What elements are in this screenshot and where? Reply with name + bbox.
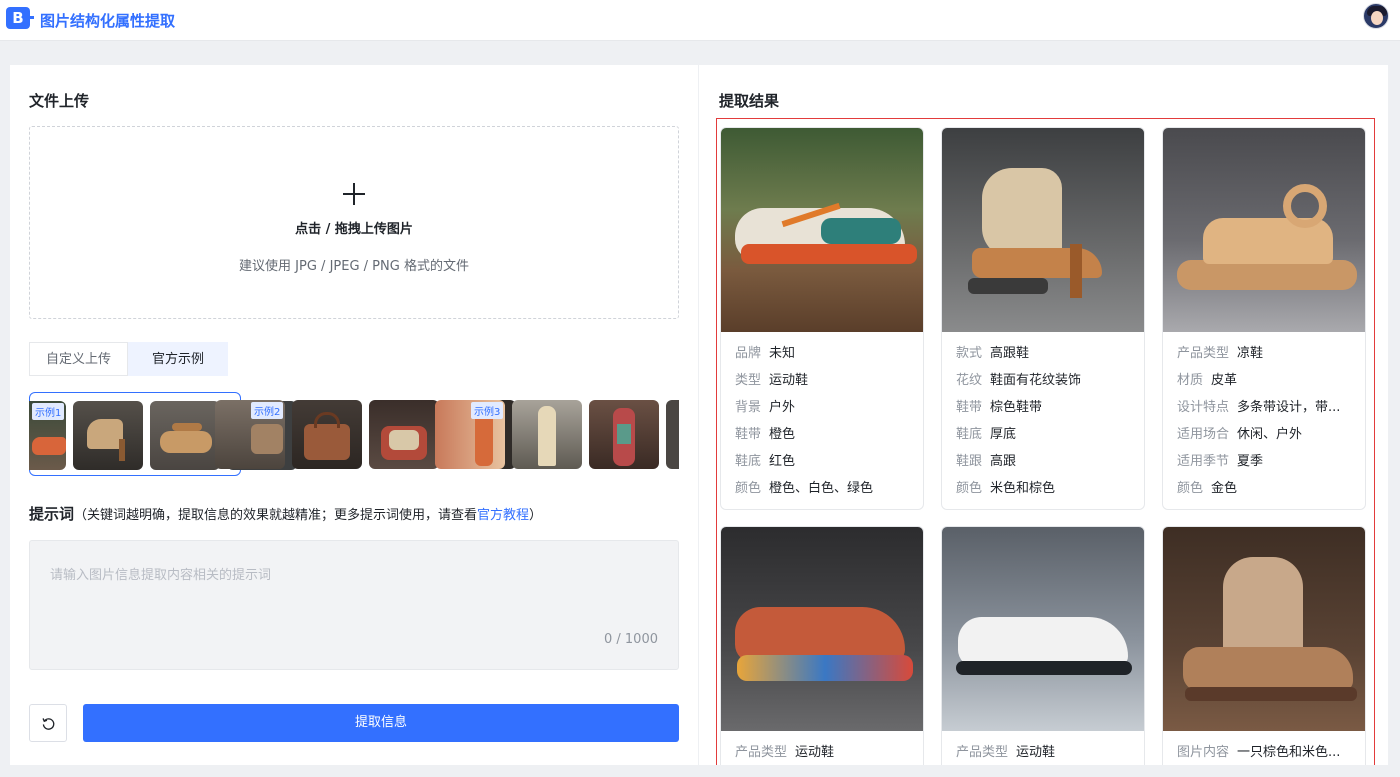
upload-tabs: 自定义上传 官方示例: [29, 342, 229, 376]
plus-icon: [343, 183, 365, 205]
result-image: [942, 527, 1144, 731]
attr-row: 材质 皮革: [1177, 373, 1238, 388]
example-group-3[interactable]: 示例3: [435, 392, 679, 476]
prompt-hint: （关键词越明确，提取信息的效果就越精准；更多提示词使用，请查看: [74, 508, 478, 523]
upload-section-title: 文件上传: [29, 92, 90, 110]
result-card: 产品类型 运动鞋: [720, 526, 924, 765]
attr-row: 设计特点 多条带设计，带...: [1177, 400, 1341, 415]
right-panel: 提取结果 品牌 未知 类型 运动鞋 背景 户外 鞋带 橙色 鞋底 红色 颜色 橙色、白色、绿…: [699, 65, 1388, 765]
attr-row: 鞋带 棕色鞋带: [956, 400, 1043, 415]
official-tutorial-link[interactable]: 官方教程: [477, 508, 529, 523]
attr-row: 图片内容 一只棕色和米色...: [1177, 745, 1341, 760]
top-bar: B 图片结构化属性提取: [0, 0, 1400, 41]
result-image: [1163, 128, 1365, 332]
app-title: 图片结构化属性提取: [40, 12, 176, 30]
attr-row: 颜色 橙色、白色、绿色: [735, 481, 874, 496]
attr-row: 鞋带 橙色: [735, 427, 796, 442]
prompt-label: 提示词（关键词越明确，提取信息的效果就越精准；更多提示词使用，请查看官方教程）: [29, 503, 542, 524]
example-thumbnail: [73, 401, 143, 470]
attr-row: 背景 户外: [735, 400, 796, 415]
result-card: 图片内容 一只棕色和米色...: [1162, 526, 1366, 765]
prompt-char-counter: 0 / 1000: [604, 632, 658, 647]
attr-row: 适用场合 休闲、户外: [1177, 427, 1303, 442]
result-image: [942, 128, 1144, 332]
attr-row: 鞋跟 高跟: [956, 454, 1017, 469]
result-image: [1163, 527, 1365, 731]
example-badge: 示例1: [32, 403, 65, 420]
result-card: 款式 高跟鞋 花纹 鞋面有花纹装饰 鞋带 棕色鞋带 鞋底 厚底 鞋跟 高跟 颜色 米色和棕色: [941, 127, 1145, 510]
tab-official-examples[interactable]: 官方示例: [128, 342, 229, 376]
result-card: 品牌 未知 类型 运动鞋 背景 户外 鞋带 橙色 鞋底 红色 颜色 橙色、白色、绿色: [720, 127, 924, 510]
example-badge: 示例2: [251, 402, 284, 419]
attr-row: 颜色 米色和棕色: [956, 481, 1056, 496]
attr-row: 品牌 未知: [735, 346, 796, 361]
extract-button[interactable]: 提取信息: [83, 704, 679, 742]
tab-custom-upload[interactable]: 自定义上传: [29, 342, 129, 376]
example-thumbnail: [369, 400, 439, 469]
example-thumbnail: [512, 400, 582, 469]
attr-row: 鞋底 红色: [735, 454, 796, 469]
example-thumbnail: [589, 400, 659, 469]
prompt-title: 提示词: [29, 505, 75, 523]
attr-row: 类型 运动鞋: [735, 373, 809, 388]
user-avatar[interactable]: [1363, 3, 1389, 29]
results-section-title: 提取结果: [719, 92, 780, 110]
example-group-2[interactable]: 示例2: [215, 392, 516, 476]
attr-row: 产品类型 凉鞋: [1177, 346, 1264, 361]
attr-row: 鞋底 厚底: [956, 427, 1017, 442]
attr-row: 产品类型 运动鞋: [956, 745, 1056, 760]
example-thumbnail: [150, 401, 220, 470]
result-card: 产品类型 运动鞋: [941, 526, 1145, 765]
reset-icon: [42, 718, 55, 730]
attr-row: 产品类型 运动鞋: [735, 745, 835, 760]
example-badge: 示例3: [471, 402, 504, 419]
dropzone-hint: 建议使用 JPG / JPEG / PNG 格式的文件: [239, 259, 469, 274]
example-gallery: 示例1 示例2 示例3: [29, 392, 679, 476]
result-image: [721, 128, 923, 332]
result-card: 产品类型 凉鞋 材质 皮革 设计特点 多条带设计，带... 适用场合 休闲、户外 适用季…: [1162, 127, 1366, 510]
attr-row: 款式 高跟鞋: [956, 346, 1030, 361]
example-group-1[interactable]: 示例1: [29, 392, 297, 476]
reset-button[interactable]: [29, 704, 67, 742]
prompt-placeholder: 请输入图片信息提取内容相关的提示词: [50, 568, 272, 583]
attr-row: 颜色 金色: [1177, 481, 1238, 496]
results-grid: 品牌 未知 类型 运动鞋 背景 户外 鞋带 橙色 鞋底 红色 颜色 橙色、白色、绿色 款式高…: [716, 118, 1375, 765]
left-panel: 文件上传 点击 / 拖拽上传图片 建议使用 JPG / JPEG / PNG 格…: [10, 65, 698, 765]
result-image: [721, 527, 923, 731]
attr-row: 花纹 鞋面有花纹装饰: [956, 373, 1082, 388]
example-thumbnail: [666, 400, 679, 469]
example-thumbnail: [292, 400, 362, 469]
prompt-hint-suffix: ）: [529, 508, 543, 523]
attr-row: 适用季节 夏季: [1177, 454, 1264, 469]
prompt-input[interactable]: 请输入图片信息提取内容相关的提示词 0 / 1000: [29, 540, 679, 670]
app-logo-icon: B: [6, 7, 34, 29]
upload-dropzone[interactable]: 点击 / 拖拽上传图片 建议使用 JPG / JPEG / PNG 格式的文件: [29, 126, 679, 319]
dropzone-title: 点击 / 拖拽上传图片: [295, 222, 413, 237]
